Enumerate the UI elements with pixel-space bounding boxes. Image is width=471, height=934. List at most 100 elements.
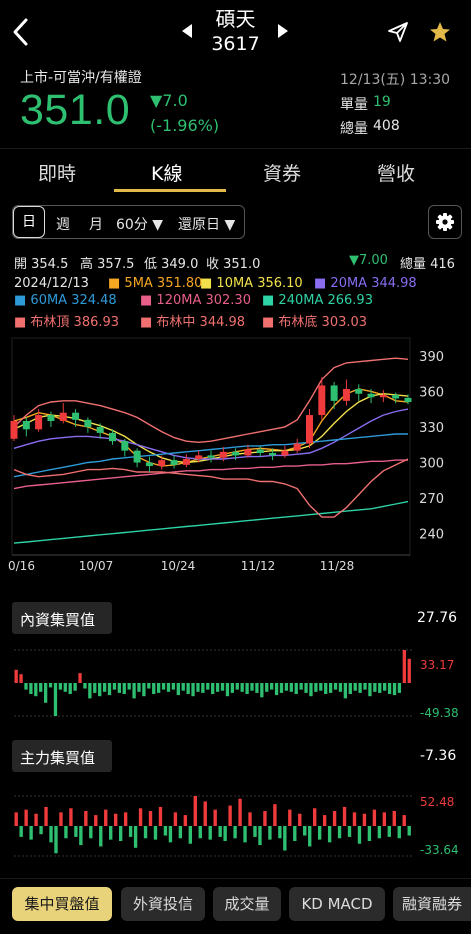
candle-body-14 (182, 458, 190, 465)
gear-icon (436, 213, 454, 231)
domestic-bar-16 (93, 683, 97, 693)
legend-bb-mid: ■ 布林中 344.98 (140, 315, 246, 330)
chip-central-buy[interactable]: 集中買盤值 (12, 887, 112, 921)
domestic-bar-52 (270, 683, 274, 690)
candle-body-19 (244, 449, 252, 456)
main-force-bar-16 (94, 815, 98, 826)
period-minute-dropdown[interactable]: 60分 ▼ (116, 214, 163, 234)
domestic-bar-78 (397, 683, 402, 693)
domestic-bar-17 (98, 683, 102, 697)
main-force-bar-76 (392, 811, 396, 826)
main-force-bar-10 (64, 826, 68, 839)
legend-ma120: ■ 120MA 302.30 (140, 293, 251, 308)
period-month[interactable]: 月 (89, 214, 103, 234)
domestic-bar-67 (343, 683, 348, 699)
stock-name: 碩天 (215, 7, 256, 31)
legend-ma240: ■ 240MA 266.93 (262, 293, 373, 308)
main-force-bar-11 (69, 808, 73, 826)
domestic-bar-38 (201, 683, 205, 693)
domestic-bar-31 (166, 683, 171, 692)
series-line-8 (13, 458, 409, 518)
domestic-bar-61 (314, 683, 318, 692)
x-tick-3: 11/12 (241, 559, 276, 573)
back-icon[interactable] (8, 14, 36, 50)
main-force-bar-42 (223, 826, 227, 841)
tab-revenue[interactable]: 營收 (377, 159, 415, 186)
candle-body-8 (109, 432, 116, 442)
main-force-bar-50 (263, 811, 267, 826)
main-force-bar-79 (407, 826, 411, 836)
legend-ma5: ■ 5MA 351.80 (108, 276, 203, 291)
main-force-bar-61 (317, 826, 322, 840)
domestic-bar-68 (348, 683, 352, 694)
candle-body-15 (195, 455, 203, 459)
domestic-bar-40 (211, 683, 215, 694)
main-force-bar-78 (402, 815, 406, 826)
domestic-bar-62 (319, 683, 323, 691)
main-force-bar-24 (133, 826, 138, 848)
candle-body-31 (392, 394, 400, 399)
main-force-bar-15 (89, 826, 93, 839)
domestic-bar-75 (383, 683, 387, 691)
prev-stock-icon[interactable] (180, 22, 194, 44)
chip-kd-macd[interactable]: KD MACD (289, 887, 385, 921)
candle-body-22 (281, 450, 289, 456)
domestic-bar-4 (34, 683, 38, 697)
candle-body-30 (379, 394, 387, 398)
main-force-bar-2 (24, 809, 28, 826)
domestic-bar-21 (117, 683, 121, 693)
domestic-bar-60 (309, 683, 313, 697)
main-force-bar-45 (238, 798, 242, 826)
chip-margin-trading[interactable]: 融資融券 (393, 887, 471, 921)
favorite-star-icon[interactable] (428, 20, 452, 48)
domestic-bar-8 (53, 683, 58, 716)
main-force-bar-51 (268, 826, 272, 840)
domestic-bar-chart[interactable]: 33.17 -49.38 (0, 644, 471, 722)
domestic-max-label: 33.17 (420, 658, 454, 672)
y-tick-3: 300 (419, 457, 444, 472)
main-force-bar-chart[interactable]: 52.48 -33.64 (0, 790, 471, 862)
main-force-bar-34 (183, 815, 188, 826)
domestic-bar-65 (333, 683, 338, 690)
main-force-bar-36 (193, 796, 197, 826)
y-tick-1: 360 (419, 385, 444, 400)
main-force-bar-71 (367, 826, 372, 841)
domestic-bar-29 (156, 683, 161, 693)
main-force-bar-13 (79, 826, 83, 846)
main-force-bar-54 (283, 826, 287, 851)
domestic-bar-59 (304, 683, 308, 693)
total-volume-label: 總量 (340, 121, 368, 137)
domestic-bar-80 (407, 658, 411, 683)
main-force-bar-14 (84, 811, 88, 826)
x-tick-1: 10/07 (79, 559, 114, 573)
series-line-5 (13, 500, 409, 544)
chip-foreign-trust[interactable]: 外資投信 (121, 887, 205, 921)
restore-dropdown[interactable]: 還原日 ▼ (178, 214, 235, 234)
period-day[interactable]: 日 (13, 206, 45, 238)
domestic-bar-76 (387, 683, 392, 694)
main-force-bar-9 (59, 812, 63, 826)
main-force-bar-29 (158, 806, 163, 826)
settings-button[interactable] (428, 205, 462, 239)
main-force-bar-39 (208, 826, 212, 840)
quote-datetime: 12/13(五) 13:30 (340, 72, 451, 88)
period-week[interactable]: 週 (56, 214, 70, 234)
tab-kline[interactable]: K線 (151, 159, 182, 186)
main-force-bar-70 (362, 813, 367, 826)
main-force-bar-55 (288, 809, 292, 826)
domestic-bar-15 (88, 683, 92, 699)
share-icon[interactable] (386, 20, 410, 48)
chip-volume[interactable]: 成交量 (213, 887, 281, 921)
high-value: 高 357.5 (80, 257, 135, 272)
low-value: 低 349.0 (144, 257, 199, 272)
main-force-bar-26 (143, 826, 148, 839)
main-force-bar-77 (397, 826, 401, 839)
domestic-bar-64 (328, 683, 333, 693)
tab-margin[interactable]: 資券 (263, 159, 301, 186)
kline-chart[interactable]: 390 360 330 300 270 240 0/16 10/07 10/24 11/12 11/… (0, 330, 471, 588)
main-force-bar-17 (99, 826, 103, 847)
next-stock-icon[interactable] (276, 22, 290, 44)
tab-realtime[interactable]: 即時 (38, 159, 76, 186)
domestic-bar-37 (196, 683, 200, 692)
main-force-bar-47 (248, 812, 252, 826)
